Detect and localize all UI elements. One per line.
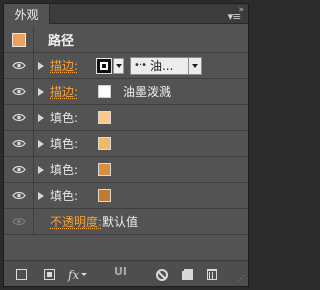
visibility-toggle[interactable] bbox=[4, 183, 34, 208]
eye-icon bbox=[11, 217, 26, 226]
add-new-stroke-icon[interactable] bbox=[16, 268, 27, 281]
resize-grip-icon[interactable]: ⋰ bbox=[237, 274, 245, 283]
visibility-toggle[interactable] bbox=[4, 53, 34, 78]
path-thumbnail-cell bbox=[4, 27, 34, 52]
stroke-color-swatch[interactable] bbox=[96, 57, 112, 74]
stroke-row-2[interactable]: 描边: 油墨泼溅 bbox=[4, 79, 248, 105]
expand-arrow-icon[interactable] bbox=[34, 191, 48, 200]
path-label: 路径 bbox=[48, 34, 75, 49]
fill-label: 填色: bbox=[50, 189, 79, 203]
visibility-toggle[interactable] bbox=[4, 157, 34, 182]
visibility-toggle[interactable] bbox=[4, 131, 34, 156]
panel-menu-icon[interactable]: ▾≡ bbox=[225, 9, 243, 23]
fill-label: 填色: bbox=[50, 137, 79, 151]
fill-color-swatch[interactable] bbox=[98, 189, 111, 202]
brush-dropdown[interactable]: •·• 油... bbox=[130, 56, 202, 75]
eye-icon bbox=[11, 113, 26, 122]
fill-label: 填色: bbox=[50, 163, 79, 177]
stroke-color-swatch[interactable] bbox=[98, 85, 111, 98]
delete-item-icon[interactable] bbox=[207, 268, 217, 281]
fill-label: 填色: bbox=[50, 111, 79, 125]
visibility-toggle[interactable] bbox=[4, 79, 34, 104]
fill-color-swatch[interactable] bbox=[98, 137, 111, 150]
visibility-toggle[interactable] bbox=[4, 209, 34, 234]
fill-row-2[interactable]: 填色: bbox=[4, 131, 248, 157]
fx-label: fx bbox=[68, 267, 80, 282]
panel-tab-bar: 外观 » ▾≡ bbox=[4, 4, 248, 24]
clear-appearance-icon[interactable] bbox=[156, 268, 168, 281]
opacity-value: 默认值 bbox=[102, 215, 139, 229]
fill-color-swatch[interactable] bbox=[98, 111, 111, 124]
expand-arrow-icon[interactable] bbox=[34, 87, 48, 96]
appearance-rows: 路径 描边: •·• 油... 描边: 油墨泼溅 填色: 填色: 填色: 填色:… bbox=[4, 27, 248, 235]
brush-name: 油墨泼溅 bbox=[123, 85, 172, 99]
stroke-label[interactable]: 描边: bbox=[50, 83, 90, 100]
fill-row-1[interactable]: 填色: bbox=[4, 105, 248, 131]
stroke-row-1[interactable]: 描边: •·• 油... bbox=[4, 53, 248, 79]
fill-color-swatch[interactable] bbox=[98, 163, 111, 176]
tab-appearance[interactable]: 外观 bbox=[4, 4, 50, 24]
visibility-toggle[interactable] bbox=[4, 105, 34, 130]
duplicate-item-icon[interactable] bbox=[180, 267, 193, 281]
expand-arrow-icon[interactable] bbox=[34, 113, 48, 122]
eye-icon bbox=[11, 191, 26, 200]
add-effect-icon[interactable]: fx bbox=[68, 267, 88, 282]
opacity-label[interactable]: 不透明度: bbox=[50, 213, 102, 230]
eye-icon bbox=[11, 165, 26, 174]
eye-icon bbox=[11, 61, 26, 70]
add-new-fill-icon[interactable] bbox=[44, 268, 55, 281]
eye-icon bbox=[11, 87, 26, 96]
expand-arrow-icon[interactable] bbox=[34, 139, 48, 148]
path-thumbnail bbox=[11, 32, 26, 47]
opacity-row[interactable]: 不透明度: 默认值 bbox=[4, 209, 248, 235]
path-row[interactable]: 路径 bbox=[4, 27, 248, 53]
eye-icon bbox=[11, 139, 26, 148]
brush-dropdown-value: 油... bbox=[149, 59, 174, 73]
expand-arrow-icon[interactable] bbox=[34, 61, 48, 70]
fill-row-4[interactable]: 填色: bbox=[4, 183, 248, 209]
fill-row-3[interactable]: 填色: bbox=[4, 157, 248, 183]
brush-preview-icon: •·• bbox=[134, 60, 147, 71]
chevron-down-icon[interactable] bbox=[188, 57, 201, 74]
stroke-color-dropdown[interactable] bbox=[113, 57, 124, 74]
expand-arrow-icon[interactable] bbox=[34, 165, 48, 174]
appearance-panel: 外观 » ▾≡ 路径 描边: •·• 油... 描边: 油墨泼溅 填色: 填色:… bbox=[3, 3, 249, 287]
watermark: UI bbox=[114, 265, 128, 278]
panel-footer: fx UI ⋰ bbox=[4, 260, 248, 286]
stroke-label[interactable]: 描边: bbox=[50, 57, 90, 74]
